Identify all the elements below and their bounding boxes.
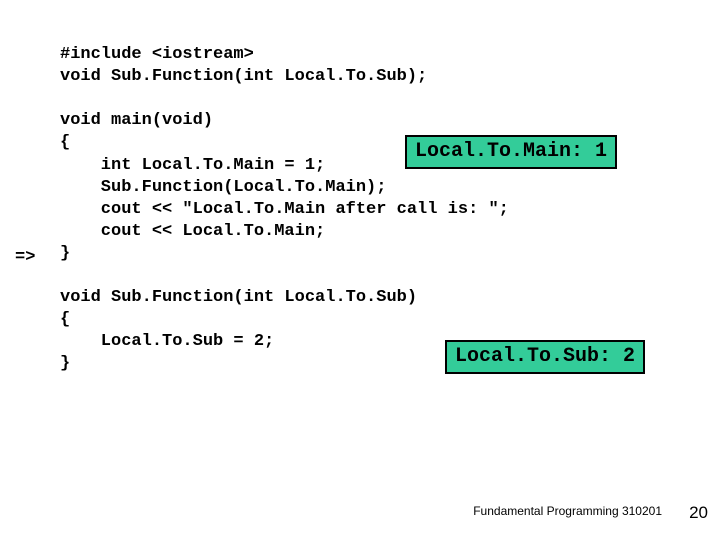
- code-line: void Sub.Function(int Local.To.Sub): [60, 288, 417, 307]
- footer-text: Fundamental Programming 310201: [473, 504, 662, 520]
- code-line: int Local.To.Main = 1;: [60, 156, 325, 175]
- current-line-arrow: =>: [15, 247, 35, 269]
- code-line: #include <iostream>: [60, 45, 254, 64]
- code-line: cout << Local.To.Main;: [60, 222, 325, 241]
- code-line: {: [60, 133, 70, 152]
- code-line: {: [60, 310, 70, 329]
- code-line: void main(void): [60, 111, 213, 130]
- code-line: Sub.Function(Local.To.Main);: [60, 178, 386, 197]
- code-line: void Sub.Function(int Local.To.Sub);: [60, 67, 427, 86]
- code-line: Local.To.Sub = 2;: [60, 332, 274, 351]
- variable-box-main: Local.To.Main: 1: [405, 135, 617, 169]
- variable-box-sub: Local.To.Sub: 2: [445, 340, 645, 374]
- code-line: }: [60, 354, 70, 373]
- code-line: }: [60, 244, 70, 263]
- code-line: cout << "Local.To.Main after call is: ";: [60, 200, 509, 219]
- code-listing: #include <iostream> void Sub.Function(in…: [60, 22, 509, 398]
- page-number: 20: [689, 502, 708, 524]
